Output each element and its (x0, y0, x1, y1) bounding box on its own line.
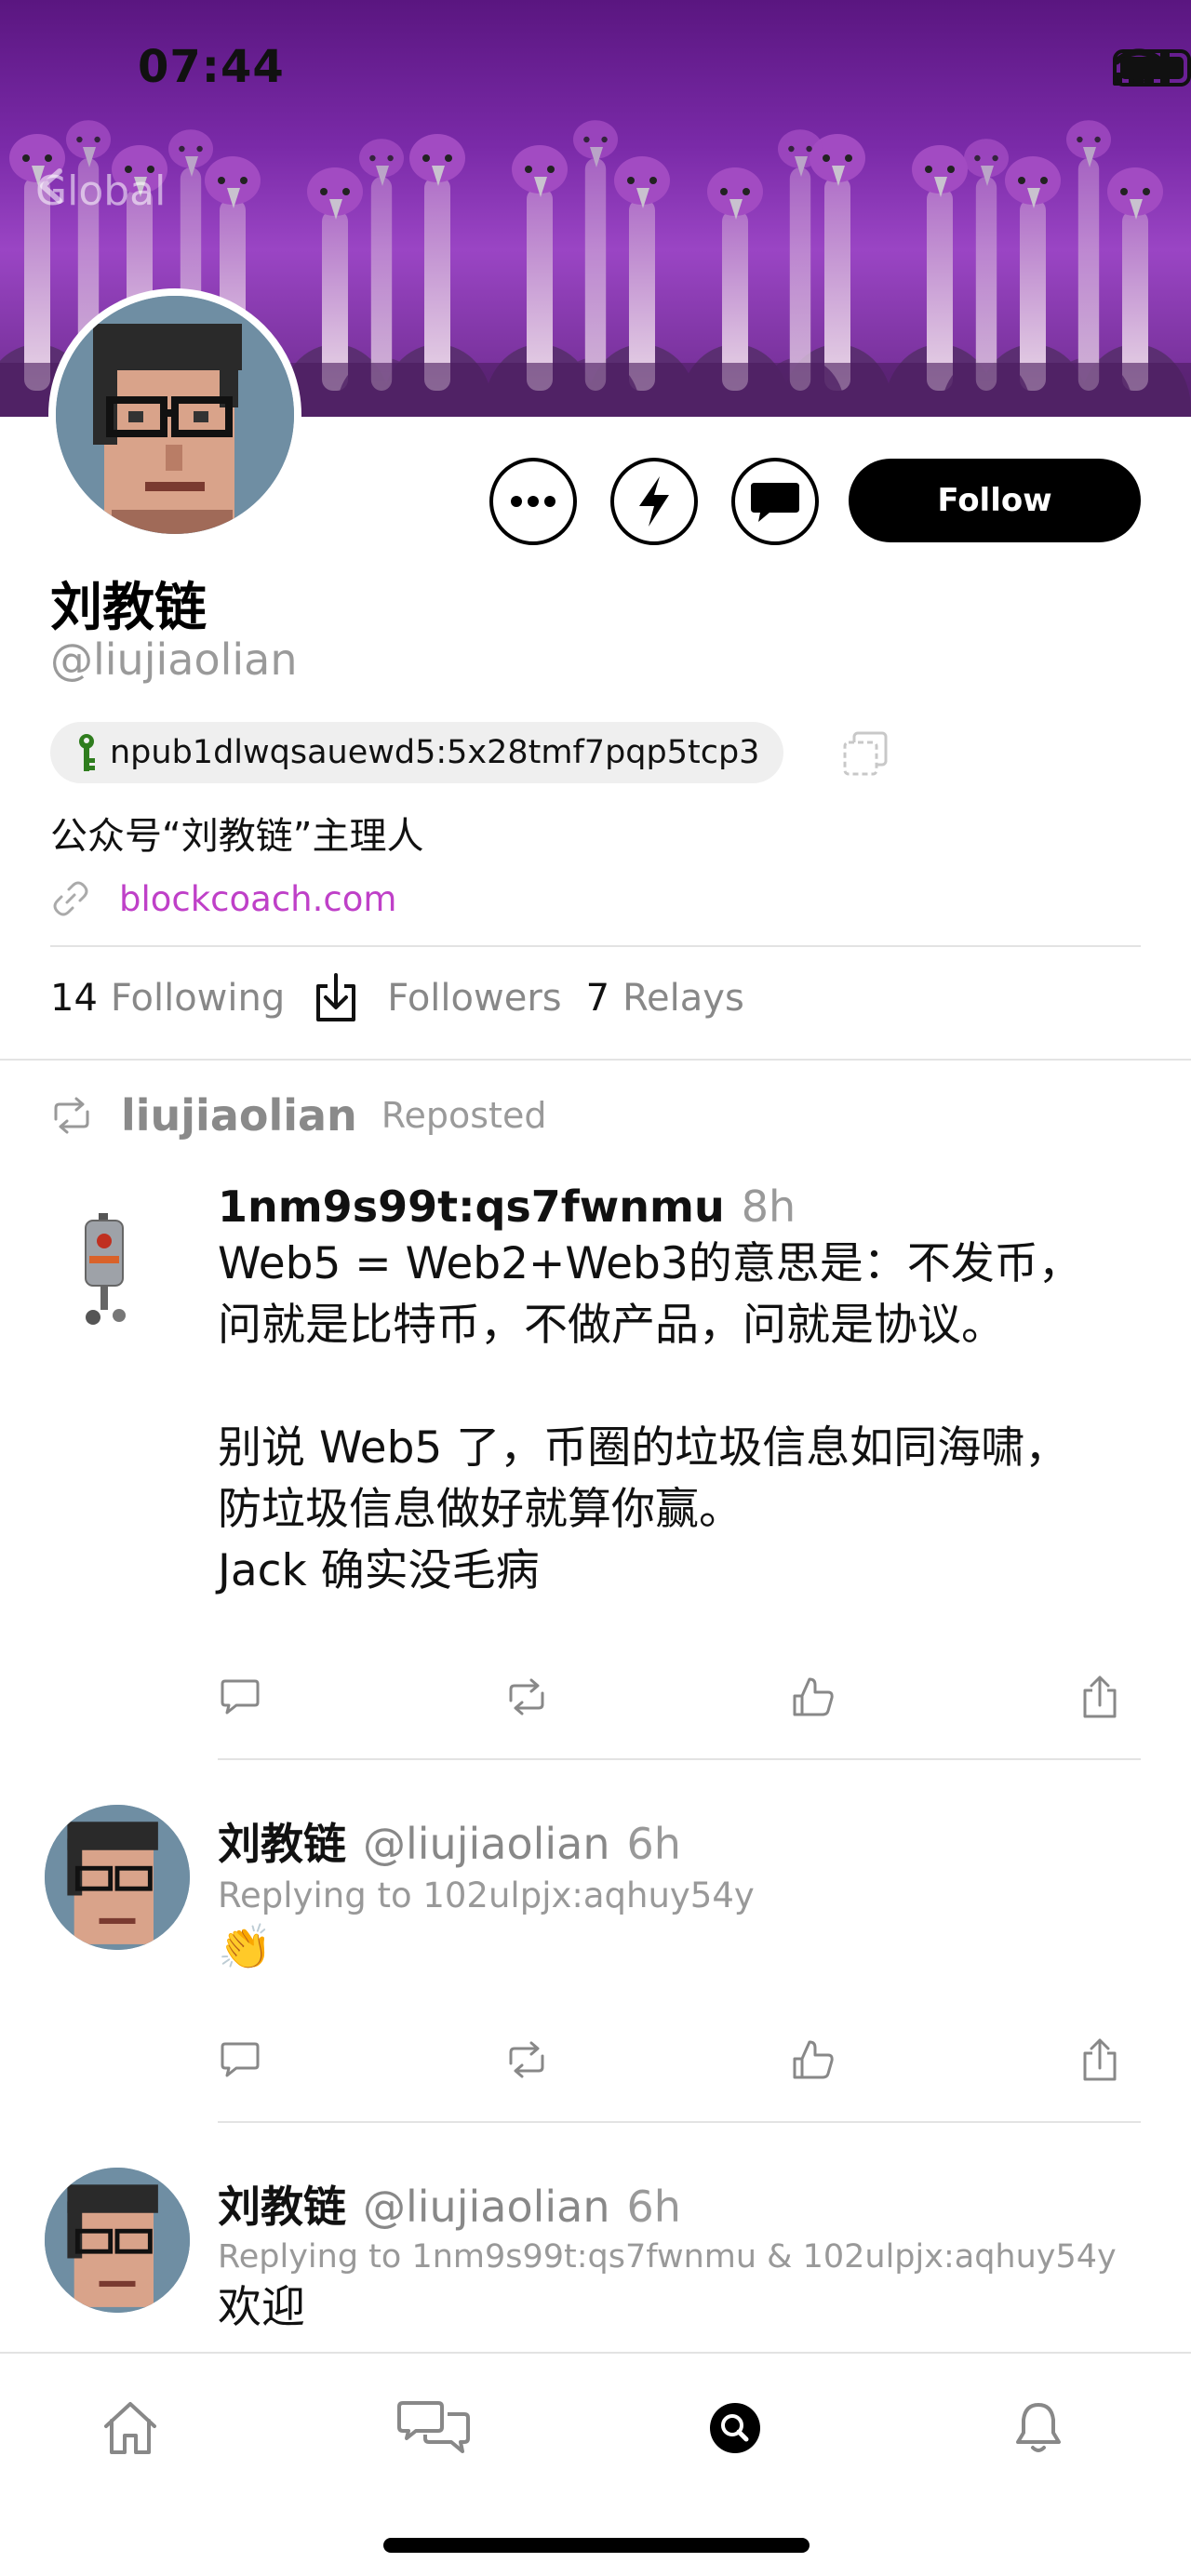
repost-icon[interactable] (504, 2037, 549, 2082)
bell-icon (1016, 2403, 1061, 2452)
status-time: 07:44 (138, 41, 285, 93)
tab-notifications[interactable] (1001, 2391, 1076, 2465)
profile-stats: 14 Following Followers 7 Relays (50, 973, 744, 1023)
reply-icon[interactable] (218, 1675, 262, 1719)
repost-label: Reposted (381, 1095, 547, 1136)
download-icon[interactable] (313, 973, 359, 1023)
follow-button[interactable]: Follow (849, 459, 1141, 542)
reply-icon[interactable] (218, 2037, 262, 2082)
post-handle[interactable]: @liujiaolian (363, 1819, 610, 1869)
post-content: 1nm9s99t:qs7fwnmu 8h Web5 = Web2+Web3的意思… (218, 1181, 1141, 1602)
pixel-portrait (45, 1805, 190, 1950)
pixel-portrait (56, 296, 294, 534)
zap-button[interactable] (610, 458, 698, 545)
share-icon[interactable] (1077, 2037, 1122, 2082)
copy-icon[interactable] (841, 731, 890, 776)
reply-to[interactable]: Replying to 1nm9s99t:qs7fwnmu & 102ulpjx… (218, 2238, 1141, 2276)
post-actions (218, 1675, 1122, 1719)
tab-messages[interactable] (396, 2391, 471, 2465)
more-button[interactable] (489, 458, 577, 545)
repost-indicator: liujiaolian Reposted (50, 1090, 546, 1141)
post-author[interactable]: 刘教链 (218, 2173, 346, 2235)
divider (218, 1758, 1141, 1760)
npub-pill[interactable]: npub1dlwqsauewd5:5x28tmf7pqp5tcp3 (50, 722, 784, 783)
back-button[interactable]: Global (35, 167, 166, 215)
search-icon (710, 2403, 760, 2453)
followers-label[interactable]: Followers (387, 977, 561, 1020)
post-time: 6h (626, 1819, 681, 1869)
website-row[interactable]: blockcoach.com (50, 878, 396, 919)
post-header: 刘教链 @liujiaolian 6h (218, 1810, 1141, 1872)
profile-handle: @liujiaolian (50, 634, 298, 685)
post-author[interactable]: 刘教链 (218, 1810, 346, 1872)
post-text: 👏 (218, 1922, 273, 1973)
key-icon (79, 734, 95, 771)
post-avatar[interactable] (45, 1805, 190, 1950)
post-time: 8h (741, 1181, 796, 1232)
relays-count[interactable]: 7 (586, 977, 609, 1020)
divider (0, 1059, 1191, 1061)
post-header: 刘教链 @liujiaolian 6h (218, 2173, 1141, 2235)
like-icon[interactable] (791, 1675, 836, 1719)
share-icon[interactable] (1077, 1675, 1122, 1719)
pixel-portrait (45, 2168, 190, 2313)
npub-text: npub1dlwqsauewd5:5x28tmf7pqp5tcp3 (110, 734, 760, 771)
more-icon (511, 496, 555, 507)
post-header: 1nm9s99t:qs7fwnmu 8h (218, 1181, 1141, 1232)
website-link[interactable]: blockcoach.com (119, 879, 396, 919)
chat-icon (397, 2401, 470, 2453)
chevron-left-icon (40, 168, 62, 204)
repost-icon (54, 1097, 89, 1134)
like-icon[interactable] (791, 2037, 836, 2082)
divider (218, 2121, 1141, 2123)
home-indicator (383, 2538, 810, 2553)
post-text: Web5 = Web2+Web3的意思是：不发币， 问就是比特币，不做产品，问就… (218, 1238, 1082, 1596)
repost-icon[interactable] (504, 1675, 549, 1719)
post-handle[interactable]: @liujiaolian (363, 2182, 610, 2232)
lightning-icon (639, 476, 669, 527)
following-label[interactable]: Following (111, 977, 285, 1020)
robot-icon (85, 1213, 126, 1325)
message-icon (751, 483, 799, 522)
link-icon (53, 881, 88, 916)
post-time: 6h (626, 2182, 681, 2232)
reply-to[interactable]: Replying to 102ulpjx:aqhuy54y (218, 1875, 1141, 1915)
tab-home[interactable] (93, 2391, 167, 2465)
profile-avatar[interactable] (48, 288, 301, 541)
home-icon (104, 2402, 156, 2454)
following-count[interactable]: 14 (50, 977, 98, 1020)
post-actions (218, 2037, 1122, 2082)
robot-avatar[interactable] (73, 1213, 147, 1334)
display-name: 刘教链 (50, 578, 207, 638)
divider (50, 945, 1141, 947)
tab-search[interactable] (698, 2391, 772, 2465)
battery-icon (1113, 49, 1191, 87)
post-text: 欢迎 (218, 2282, 305, 2333)
profile-bio: 公众号“刘教链”主理人 (50, 815, 424, 858)
message-button[interactable] (731, 458, 819, 545)
post-avatar[interactable] (45, 2168, 190, 2313)
relays-label[interactable]: Relays (622, 977, 744, 1020)
post-content: 刘教链 @liujiaolian 6h Replying to 1nm9s99t… (218, 2173, 1141, 2339)
post-author[interactable]: 1nm9s99t:qs7fwnmu (218, 1181, 725, 1232)
repost-user[interactable]: liujiaolian (121, 1090, 357, 1141)
post-content: 刘教链 @liujiaolian 6h Replying to 102ulpjx… (218, 1810, 1141, 1979)
